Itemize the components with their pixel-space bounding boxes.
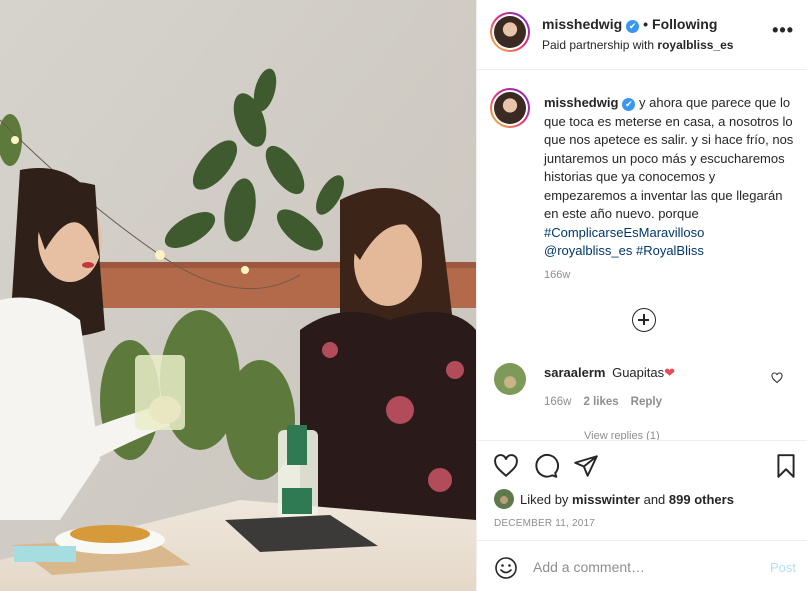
caption-username[interactable]: misshedwig (544, 95, 618, 110)
separator-dot: • (643, 16, 649, 32)
add-comment-input[interactable] (533, 555, 753, 579)
share-paper-plane-icon[interactable] (573, 453, 599, 479)
liker-avatar[interactable] (494, 489, 514, 509)
comment-meta: 166w 2 likes Reply (544, 396, 674, 408)
author-avatar[interactable] (490, 12, 530, 52)
more-options-icon[interactable]: ••• (772, 20, 794, 41)
view-replies-link[interactable]: View replies (1) (584, 430, 660, 440)
caption-timestamp[interactable]: 166w (544, 269, 570, 281)
hashtag-link-2[interactable]: #RoyalBliss (636, 243, 704, 258)
verified-badge-icon: ✔ (626, 20, 640, 33)
add-comment-bar: Post (477, 540, 807, 591)
comment-text: Guapitas (612, 365, 665, 380)
comment-like-heart-icon[interactable] (771, 372, 783, 384)
commenter-avatar[interactable] (494, 363, 526, 395)
likes-others-count[interactable]: 899 others (669, 492, 734, 507)
author-username[interactable]: misshedwig (542, 16, 622, 32)
comment-text-line: saraalerm Guapitas❤ (544, 365, 675, 381)
commenter-username[interactable]: saraalerm (544, 365, 605, 380)
comments-area[interactable]: misshedwig ✔ y ahora que parece que lo qu… (477, 70, 807, 440)
red-heart-emoji-icon: ❤ (664, 365, 676, 380)
like-heart-icon[interactable] (493, 453, 519, 479)
caption-author-avatar[interactable] (490, 88, 530, 128)
comment-timestamp[interactable]: 166w (544, 396, 572, 408)
following-button[interactable]: Following (652, 16, 717, 32)
post-header: misshedwig ✔ • Following Paid partnership w… (477, 0, 807, 70)
partner-link[interactable]: royalbliss_es (657, 38, 733, 52)
comment-bubble-icon[interactable] (533, 453, 559, 479)
post-caption: misshedwig ✔ y ahora que parece que lo qu… (544, 94, 794, 261)
caption-text: y ahora que parece que lo que toca es me… (544, 95, 794, 221)
liked-by-line: Liked by misswinter and 899 others (494, 489, 734, 509)
paid-partnership-label: Paid partnership with royalbliss_es (542, 38, 733, 52)
comment-likes-count[interactable]: 2 likes (584, 396, 619, 408)
liked-by-prefix: Liked by (520, 492, 569, 507)
post-actions-bar: Liked by misswinter and 899 others DECEM… (477, 440, 807, 540)
author-line: misshedwig ✔ • Following (542, 16, 717, 33)
partnership-prefix: Paid partnership with (542, 38, 655, 52)
save-bookmark-icon[interactable] (773, 453, 799, 479)
mention-link[interactable]: @royalbliss_es (544, 243, 632, 258)
post-detail-panel: misshedwig ✔ • Following Paid partnership w… (476, 0, 807, 591)
post-comment-button[interactable]: Post (770, 560, 796, 575)
post-date[interactable]: DECEMBER 11, 2017 (494, 518, 595, 529)
caption-verified-icon: ✔ (622, 98, 636, 111)
liker-username[interactable]: misswinter (572, 492, 640, 507)
load-more-comments-icon[interactable] (632, 308, 656, 332)
emoji-picker-icon[interactable] (494, 556, 518, 580)
comment-reply-button[interactable]: Reply (631, 396, 662, 408)
liked-by-and: and (643, 492, 666, 507)
post-photo[interactable] (0, 0, 476, 591)
hashtag-link[interactable]: #ComplicarseEsMaravilloso (544, 225, 704, 240)
post-photo-illustration (0, 0, 476, 591)
